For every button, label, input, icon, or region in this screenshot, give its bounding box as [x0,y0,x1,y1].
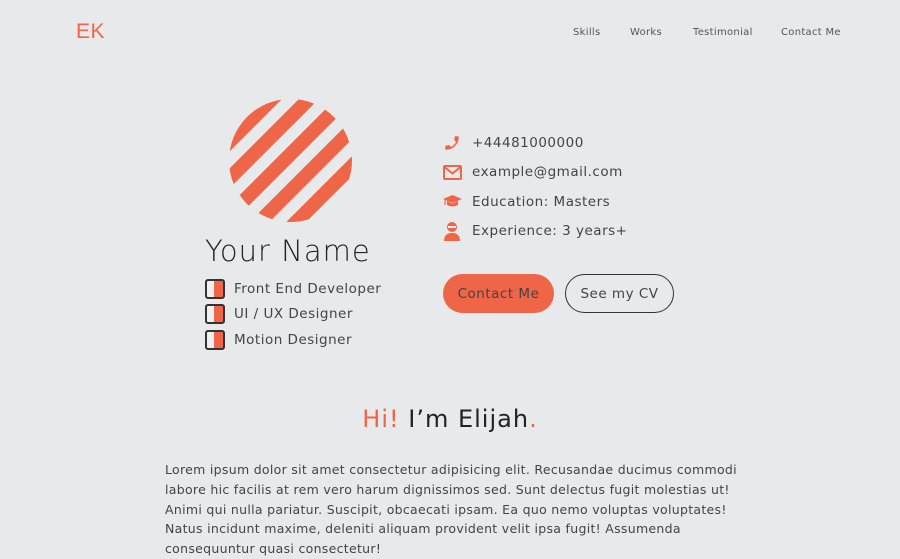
envelope-icon [442,162,462,182]
contact-me-button[interactable]: Contact Me [443,274,554,313]
user-ninja-icon [442,221,462,242]
role-bullet-icon [205,278,225,299]
greeting-accent: Hi! [362,405,400,433]
greeting-heading: Hi! I’m Elijah. [0,405,900,433]
avatar-striped-circle [229,99,352,222]
main-nav: Skills Works Testimonial Contact Me [0,27,900,41]
graduation-cap-icon [442,192,462,212]
role-item: UI / UX Designer [205,302,381,328]
email-address[interactable]: example@gmail.com [472,164,623,180]
role-item: Motion Designer [205,327,381,353]
education-text: Education: Masters [472,193,611,210]
nav-link-works[interactable]: Works [630,27,662,38]
contact-item-email: example@gmail.com [442,158,627,188]
greeting-dot: . [529,405,538,433]
phone-icon [442,133,462,153]
contact-item-experience: Experience: 3 years+ [442,217,627,247]
contact-list: +44481000000 example@gmail.com Education… [442,128,627,246]
experience-text: Experience: 3 years+ [472,223,628,240]
role-label: Motion Designer [234,331,353,348]
nav-link-skills[interactable]: Skills [573,27,600,38]
nav-link-testimonial[interactable]: Testimonial [693,27,753,38]
contact-item-phone: +44481000000 [442,128,627,158]
role-bullet-icon [205,329,225,350]
nav-link-contact[interactable]: Contact Me [781,27,841,38]
role-label: Front End Developer [234,280,382,297]
see-cv-button[interactable]: See my CV [565,274,674,313]
role-bullet-icon [205,304,225,325]
phone-number[interactable]: +44481000000 [472,135,584,151]
contact-item-education: Education: Masters [442,187,627,217]
greeting-name: I’m Elijah [399,405,530,433]
roles-list: Front End Developer UI / UX Designer Mot… [205,276,381,353]
profile-name: Your Name [205,234,371,268]
about-paragraph: Lorem ipsum dolor sit amet consectetur a… [165,462,737,557]
role-label: UI / UX Designer [234,306,353,323]
role-item: Front End Developer [205,276,381,302]
